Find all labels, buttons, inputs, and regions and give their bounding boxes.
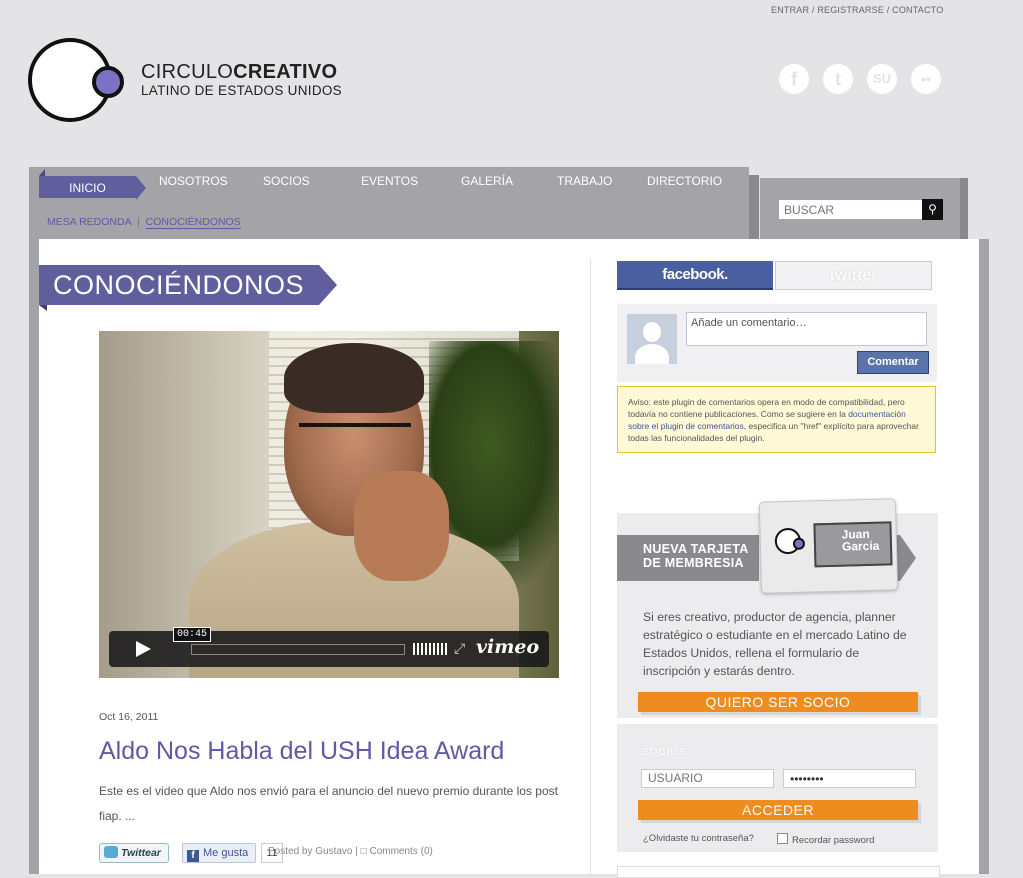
tweet-button[interactable]: Twittear xyxy=(99,843,169,863)
like-button[interactable]: f Me gusta xyxy=(182,843,256,863)
comment-input[interactable]: Añade un comentario… xyxy=(686,312,927,346)
search-input[interactable] xyxy=(779,200,922,219)
facebook-comment-box: Añade un comentario… Comentar xyxy=(617,304,937,382)
membership-text: Si eres creativo, productor de agencia, … xyxy=(643,610,907,678)
login-link[interactable]: ENTRAR xyxy=(771,5,809,15)
nav-item-nosotros[interactable]: NOSOTROS xyxy=(159,174,228,188)
nav-item-galeria[interactable]: GALERÍA xyxy=(461,174,513,188)
comment-button[interactable]: Comentar xyxy=(857,351,929,374)
stumbleupon-icon[interactable]: SU xyxy=(867,64,897,94)
password-input[interactable]: •••••••• xyxy=(783,769,916,788)
site-logo[interactable]: CIRCULOCREATIVO LATINO DE ESTADOS UNIDOS xyxy=(28,38,358,126)
fullscreen-icon[interactable]: ⤢ xyxy=(454,640,465,657)
post-author: Posted by Gustavo xyxy=(268,846,353,857)
login-button[interactable]: ACCEDER xyxy=(638,800,918,820)
search-icon[interactable]: ⚲ xyxy=(922,199,943,220)
logo-text-light: CIRCULO xyxy=(141,61,234,83)
nav-item-eventos[interactable]: EVENTOS xyxy=(361,174,418,188)
twitter-icon[interactable]: t xyxy=(823,64,853,94)
facebook-icon[interactable]: f xyxy=(779,64,809,94)
logo-dot-icon xyxy=(92,66,124,98)
video-player[interactable]: 00:45 ⤢ vimeo xyxy=(99,331,559,678)
membership-card-image: Juan Garcia xyxy=(758,498,899,594)
column-divider xyxy=(590,259,591,874)
post-meta: Posted by Gustavo | □ Comments (0) xyxy=(268,846,433,857)
post-excerpt: Este es el video que Aldo nos envió para… xyxy=(99,784,558,823)
video-progress-bar[interactable] xyxy=(191,644,405,655)
tab-twitter[interactable]: twitter xyxy=(775,261,932,290)
tab-facebook[interactable]: facebook. xyxy=(617,261,773,290)
remember-password: Recordar password xyxy=(777,833,874,846)
sub-nav: MESA REDONDA | CONOCIÉNDONOS xyxy=(47,216,241,229)
join-button[interactable]: QUIERO SER SOCIO xyxy=(638,692,918,712)
plugin-notice: Aviso: este plugin de comentarios opera … xyxy=(617,386,936,453)
top-links: ENTRAR / REGISTRARSE / CONTACTO xyxy=(771,5,944,15)
forgot-password-link[interactable]: ¿Olvidaste tu contraseña? xyxy=(643,833,754,844)
video-controls: 00:45 ⤢ vimeo xyxy=(109,627,549,667)
comments-link[interactable]: Comments (0) xyxy=(369,846,432,857)
membership-title: NUEVA TARJETA DE MEMBRESIA xyxy=(617,535,759,581)
nav-item-socios[interactable]: SOCIOS xyxy=(263,174,310,188)
logo-text-bold: CREATIVO xyxy=(233,61,338,83)
register-link[interactable]: REGISTRARSE xyxy=(817,5,884,15)
flickr-icon[interactable]: •• xyxy=(911,64,941,94)
contact-link[interactable]: CONTACTO xyxy=(892,5,943,15)
play-icon[interactable] xyxy=(119,636,163,662)
subnav-mesa-redonda[interactable]: MESA REDONDA xyxy=(47,216,131,228)
comment-bubble-icon: □ xyxy=(360,846,367,857)
logo-tagline: LATINO DE ESTADOS UNIDOS xyxy=(141,83,342,98)
nav-item-directorio[interactable]: DIRECTORIO xyxy=(647,174,722,188)
remember-checkbox[interactable] xyxy=(777,833,788,844)
search-box: ⚲ xyxy=(760,178,968,240)
post-title[interactable]: Aldo Nos Habla del USH Idea Award xyxy=(99,737,504,766)
login-label: SOCIOS xyxy=(642,746,686,758)
post-date: Oct 16, 2011 xyxy=(99,711,159,723)
nav-item-trabajo[interactable]: TRABAJO xyxy=(557,174,612,188)
page-title: CONOCIÉNDONOS xyxy=(39,265,337,311)
nav-item-inicio[interactable]: INICIO xyxy=(39,169,146,200)
vimeo-logo[interactable]: vimeo xyxy=(476,636,539,658)
avatar xyxy=(627,314,677,364)
subnav-conociendonos[interactable]: CONOCIÉNDONOS xyxy=(145,216,241,229)
facebook-icon: f xyxy=(187,850,199,862)
video-time: 00:45 xyxy=(173,627,212,642)
username-input[interactable] xyxy=(641,769,774,788)
twitter-bird-icon xyxy=(104,846,118,858)
main-nav: INICIO NOSOTROS SOCIOS EVENTOS GALERÍA T… xyxy=(29,167,759,239)
volume-icon[interactable] xyxy=(413,643,447,655)
